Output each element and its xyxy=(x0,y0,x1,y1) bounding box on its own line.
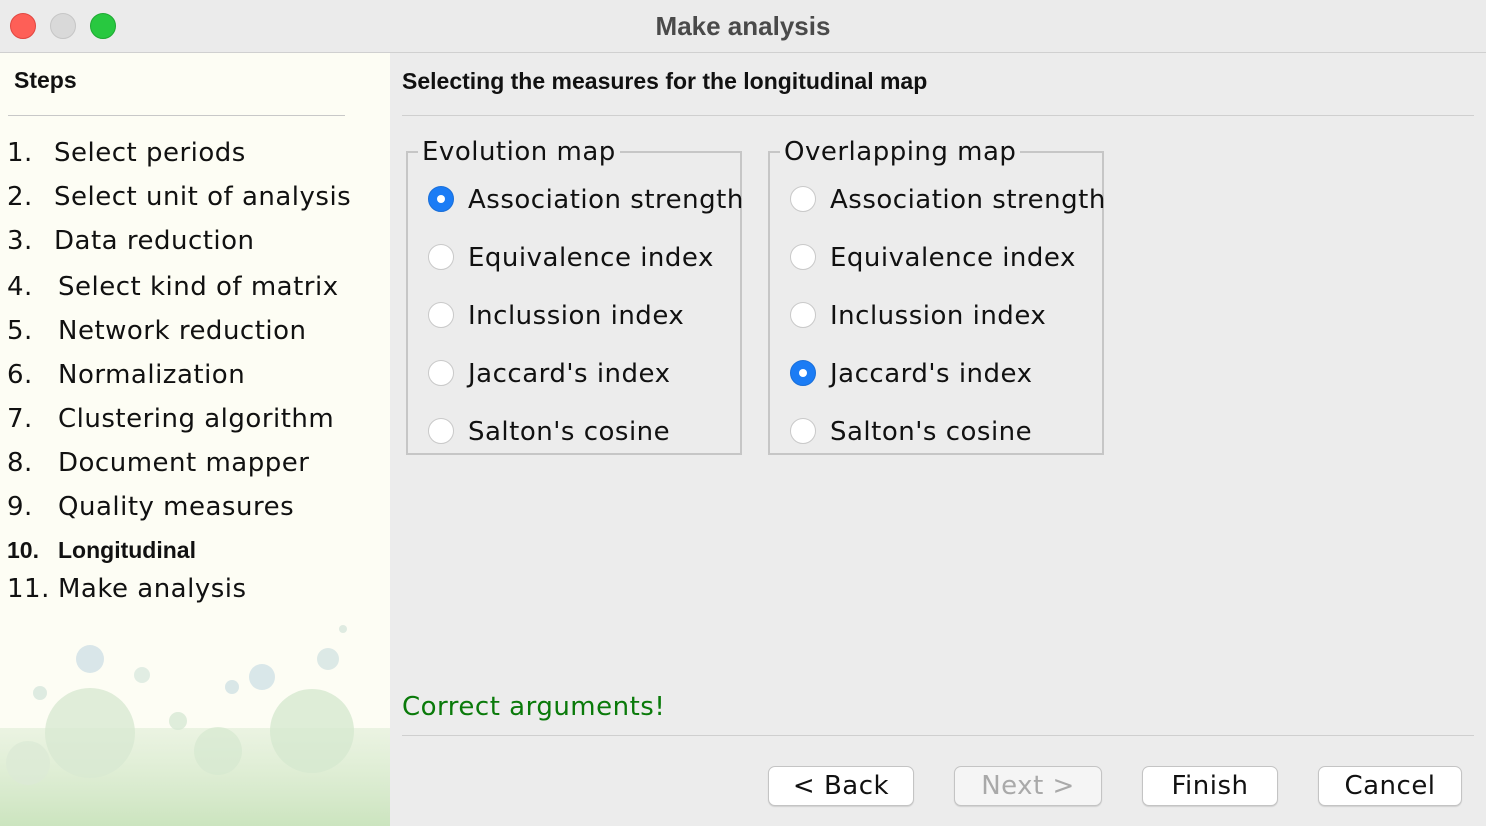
step-number: 8. xyxy=(7,448,33,478)
overlapping-map-group: Overlapping map Association strength Equ… xyxy=(768,137,1106,455)
step-label: Document mapper xyxy=(58,448,310,478)
radio-indicator[interactable] xyxy=(428,186,454,212)
radio-indicator[interactable] xyxy=(428,360,454,386)
radio-label[interactable]: Equivalence index xyxy=(468,240,714,276)
page-title: Selecting the measures for the longitudi… xyxy=(402,68,928,94)
finish-button[interactable]: Finish xyxy=(1142,766,1278,806)
overlapping-map-title: Overlapping map xyxy=(780,137,1021,167)
footer-divider xyxy=(402,735,1474,736)
step-number: 3. xyxy=(7,226,33,256)
radio-indicator[interactable] xyxy=(790,302,816,328)
step-number: 4. xyxy=(7,272,33,302)
radio-label[interactable]: Equivalence index xyxy=(830,240,1076,276)
step-label: Select kind of matrix xyxy=(58,272,339,302)
title-bar: Make analysis xyxy=(0,0,1486,53)
step-label: Longitudinal xyxy=(58,537,196,563)
cancel-button[interactable]: Cancel xyxy=(1318,766,1462,806)
radio-indicator[interactable] xyxy=(790,360,816,386)
radio-indicator[interactable] xyxy=(428,244,454,270)
radio-label[interactable]: Association strength xyxy=(468,182,744,218)
step-number: 9. xyxy=(7,492,33,522)
step-label: Normalization xyxy=(58,360,246,390)
steps-divider xyxy=(8,115,345,116)
radio-label[interactable]: Jaccard's index xyxy=(830,356,1032,392)
step-number: 5. xyxy=(7,316,33,346)
radio-label[interactable]: Salton's cosine xyxy=(468,414,670,450)
radio-indicator[interactable] xyxy=(790,244,816,270)
step-label: Clustering algorithm xyxy=(58,404,335,434)
radio-label[interactable]: Inclussion index xyxy=(468,298,684,334)
step-number: 11. xyxy=(7,574,50,604)
radio-indicator[interactable] xyxy=(428,418,454,444)
step-label: Data reduction xyxy=(54,226,255,256)
step-number: 7. xyxy=(7,404,33,434)
steps-sidebar: Steps 1. Select periods 2. Select unit o… xyxy=(0,53,390,826)
radio-label[interactable]: Jaccard's index xyxy=(468,356,670,392)
radio-label[interactable]: Salton's cosine xyxy=(830,414,1032,450)
evolution-map-title: Evolution map xyxy=(418,137,620,167)
step-number: 6. xyxy=(7,360,33,390)
back-button[interactable]: < Back xyxy=(768,766,914,806)
decorative-bubbles-image xyxy=(0,625,390,826)
radio-label[interactable]: Inclussion index xyxy=(830,298,1046,334)
radio-indicator[interactable] xyxy=(428,302,454,328)
window-title: Make analysis xyxy=(655,11,831,41)
next-button[interactable]: Next > xyxy=(954,766,1102,806)
radio-indicator[interactable] xyxy=(790,418,816,444)
step-label: Select periods xyxy=(54,138,246,168)
step-label: Make analysis xyxy=(58,574,247,604)
step-label: Select unit of analysis xyxy=(54,182,352,212)
steps-heading: Steps xyxy=(14,67,77,93)
step-number: 2. xyxy=(7,182,33,212)
header-divider xyxy=(402,115,1474,116)
status-message: Correct arguments! xyxy=(402,692,666,722)
step-label: Quality measures xyxy=(58,492,295,522)
step-number: 10. xyxy=(7,537,39,563)
radio-indicator[interactable] xyxy=(790,186,816,212)
evolution-map-group: Evolution map Association strength Equiv… xyxy=(406,137,744,455)
radio-label[interactable]: Association strength xyxy=(830,182,1106,218)
step-label: Network reduction xyxy=(58,316,307,346)
step-number: 1. xyxy=(7,138,33,168)
